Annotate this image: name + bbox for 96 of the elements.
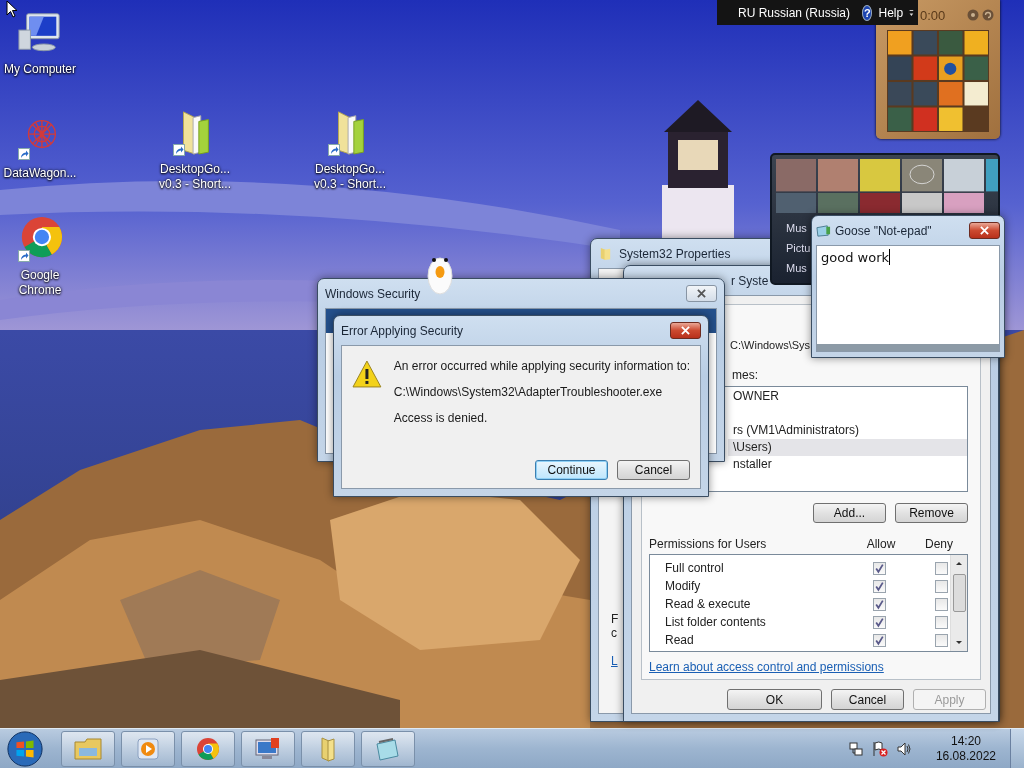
network-icon[interactable]: [847, 740, 864, 757]
icon-label: DesktopGo...: [315, 162, 385, 177]
speaker-icon[interactable]: [895, 740, 912, 757]
checkmark-icon: [874, 562, 885, 574]
scrollbar[interactable]: [950, 555, 967, 651]
gadget-menu-item[interactable]: Pictu: [776, 238, 811, 258]
continue-button[interactable]: Continue: [535, 460, 608, 480]
deny-checkbox[interactable]: [935, 561, 948, 575]
window-title: System32 Properties: [619, 246, 731, 261]
gadget-menu-item[interactable]: Mus: [776, 258, 807, 278]
icon-label: Google: [20, 268, 60, 283]
icon-label: v0.3 - Short...: [159, 177, 231, 192]
thumbnail-grid-drawing[interactable]: [776, 159, 998, 213]
icon-label: My Computer: [4, 62, 76, 77]
clock-time: 14:20: [950, 733, 981, 749]
text-area[interactable]: good work: [816, 245, 1000, 352]
remote-desktop-button[interactable]: [241, 730, 295, 767]
permission-name: Modify: [664, 579, 702, 593]
media-player-button[interactable]: [121, 730, 175, 767]
permission-name: List folder contents: [664, 615, 767, 629]
permission-name: Read: [664, 633, 695, 647]
notepad-icon: [816, 223, 831, 238]
folder-button[interactable]: [301, 730, 355, 767]
close-button[interactable]: [670, 322, 701, 339]
icon-label: v0.3 - Short...: [314, 177, 386, 192]
scroll-up-icon[interactable]: [955, 560, 963, 566]
file-explorer-button[interactable]: [61, 730, 115, 767]
ok-button[interactable]: OK: [727, 689, 822, 710]
permission-name: Read & execute: [664, 597, 752, 611]
gadget-menu-item[interactable]: Mus: [776, 218, 807, 238]
user-list-item[interactable]: \Users): [728, 439, 967, 456]
folder-icon: [73, 735, 103, 762]
checkmark-icon: [874, 580, 885, 592]
notepad-button[interactable]: [361, 730, 415, 767]
message-text: C:\Windows\System32\AdapterTroubleshooter.exe: [393, 385, 664, 400]
icon-label: DataWagon...: [3, 166, 77, 181]
computer-icon[interactable]: [17, 10, 63, 54]
refresh-icon[interactable]: [982, 9, 994, 21]
allow-checkbox[interactable]: [873, 579, 886, 593]
help-icon[interactable]: ?: [862, 4, 873, 21]
window-title: Goose "Not-epad": [835, 223, 932, 238]
group-names-label: mes:: [732, 368, 758, 383]
object-name-text: C:\Windows\Sys: [730, 338, 811, 353]
timer-text: 0:00: [920, 7, 946, 23]
dialog-title: Error Applying Security: [341, 323, 464, 338]
deny-checkbox[interactable]: [935, 633, 948, 647]
checkmark-icon: [874, 616, 885, 628]
column-header: Allow: [865, 536, 897, 551]
add-button[interactable]: Add...: [813, 503, 886, 523]
permission-name: Full control: [664, 561, 725, 575]
close-button[interactable]: [969, 222, 1000, 239]
text-cursor: [889, 249, 890, 265]
column-header: Deny: [924, 536, 954, 551]
remove-button[interactable]: Remove: [895, 503, 968, 523]
folder-icon: [598, 246, 613, 261]
cancel-button[interactable]: Cancel: [831, 689, 904, 710]
user-list-item[interactable]: rs (VM1\Administrators): [728, 422, 967, 439]
scroll-down-icon[interactable]: [955, 640, 963, 646]
close-icon: [696, 289, 707, 298]
deny-checkbox[interactable]: [935, 597, 948, 611]
flag-icon[interactable]: [871, 740, 888, 757]
deny-checkbox[interactable]: [935, 615, 948, 629]
mouse-pointer-icon: [6, 0, 18, 18]
window-title: r Syste: [730, 273, 769, 288]
user-list-item[interactable]: nstaller: [728, 456, 967, 473]
chrome-button[interactable]: [181, 730, 235, 767]
start-button[interactable]: [5, 729, 45, 768]
allow-checkbox[interactable]: [873, 633, 886, 647]
typed-text: good work: [821, 249, 889, 265]
link[interactable]: L: [611, 654, 618, 668]
allow-checkbox[interactable]: [873, 597, 886, 611]
icon-label: Chrome: [18, 283, 62, 298]
allow-checkbox[interactable]: [873, 615, 886, 629]
checkmark-icon: [874, 598, 885, 610]
help-menu[interactable]: Help: [878, 5, 904, 20]
icon-label: DesktopGo...: [160, 162, 230, 177]
warning-icon: [351, 359, 383, 389]
window-title: Windows Security: [325, 286, 421, 301]
cancel-button[interactable]: Cancel: [617, 460, 690, 480]
clock-date: 16.08.2022: [935, 748, 996, 764]
puzzle-tiles-drawing[interactable]: [885, 30, 991, 132]
label-text: F: [611, 612, 619, 626]
label-text: c: [611, 626, 617, 640]
close-icon: [680, 326, 691, 335]
language-selector[interactable]: RU Russian (Russia): [738, 5, 851, 20]
deny-checkbox[interactable]: [935, 579, 948, 593]
message-text: An error occurred while applying security information to:: [393, 359, 690, 374]
help-link[interactable]: Learn about access control and permissions: [649, 660, 968, 674]
user-list-item[interactable]: OWNER: [728, 388, 967, 405]
checkmark-icon: [874, 634, 885, 646]
clock[interactable]: 14:20 16.08.2022: [929, 733, 1002, 764]
show-desktop-button[interactable]: [1010, 729, 1024, 768]
close-icon: [979, 226, 990, 235]
message-text: Access is denied.: [393, 411, 489, 426]
permissions-label: Permissions for Users: [649, 536, 768, 551]
allow-checkbox[interactable]: [873, 561, 886, 575]
